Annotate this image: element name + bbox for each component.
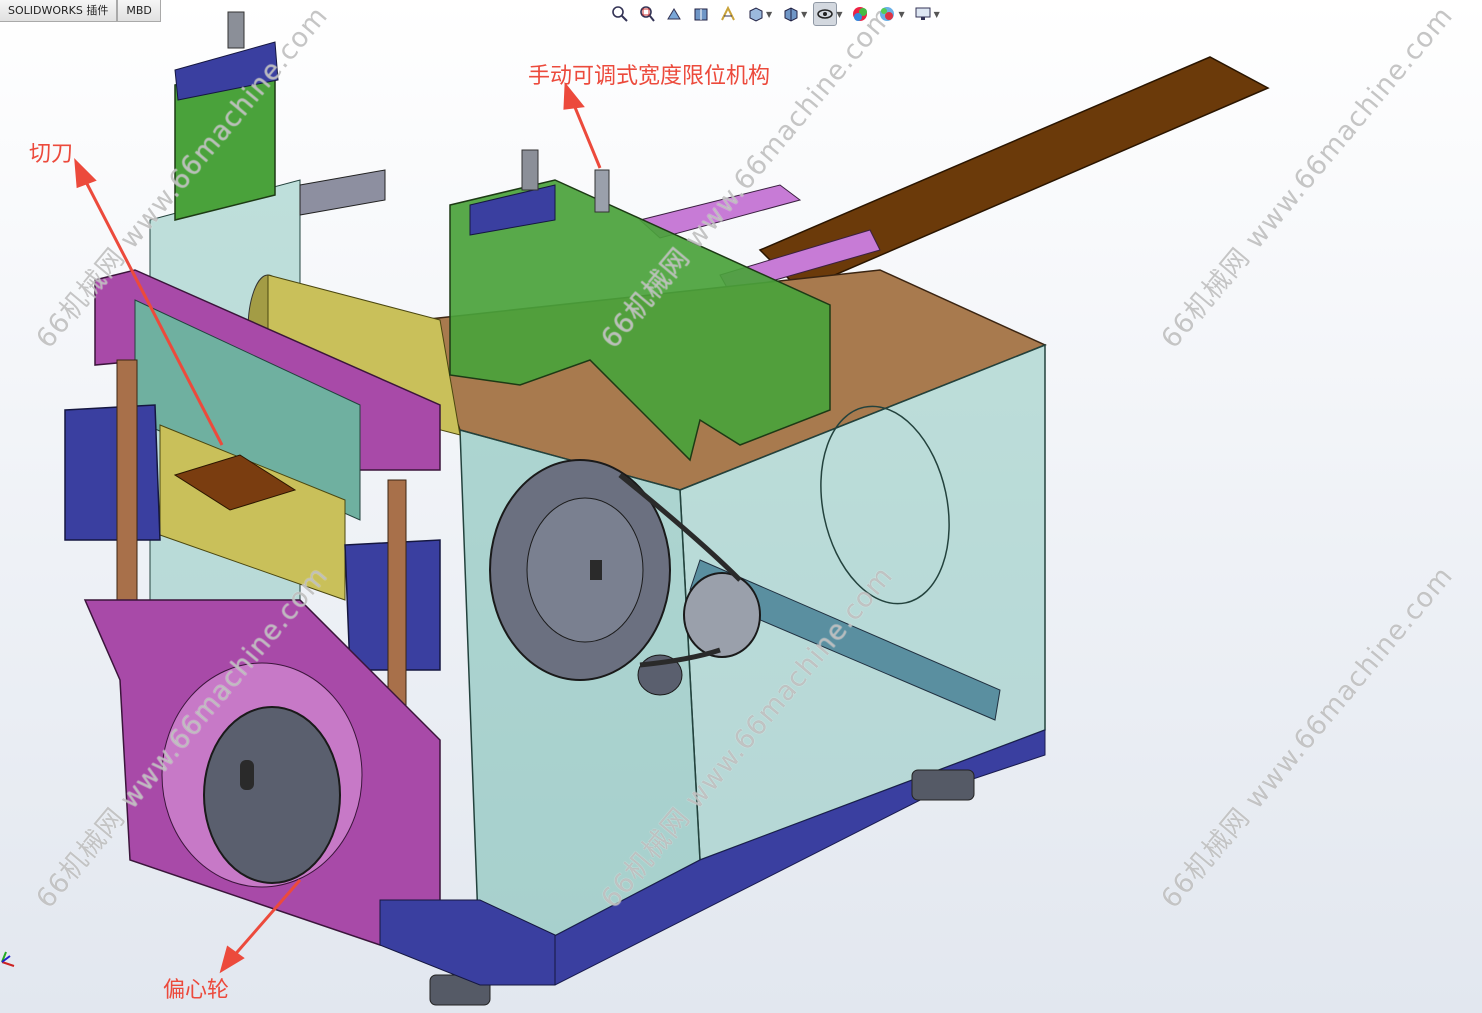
display-style-icon[interactable] xyxy=(778,2,802,26)
belt-pulley-hub xyxy=(526,497,644,643)
guide-block xyxy=(299,169,386,216)
reference-triad-icon xyxy=(1,951,15,967)
guide-block-left xyxy=(64,404,161,541)
chevron-down-icon[interactable]: ▼ xyxy=(801,10,807,19)
view-settings-icon[interactable] xyxy=(911,2,935,26)
adjust-bolt-right xyxy=(521,149,539,191)
adjust-bolt-left xyxy=(227,11,245,49)
limit-pin xyxy=(594,169,610,213)
tab-solidworks-addins[interactable]: SOLIDWORKS 插件 xyxy=(0,0,118,22)
dynamic-annotation-icon[interactable] xyxy=(716,2,740,26)
command-manager-tabs: SOLIDWORKS 插件 MBD xyxy=(0,0,161,24)
chevron-down-icon[interactable]: ▼ xyxy=(766,10,772,19)
edit-appearance-icon[interactable] xyxy=(848,2,872,26)
view-orientation-icon[interactable] xyxy=(743,2,767,26)
chevron-down-icon[interactable]: ▼ xyxy=(836,10,842,19)
zoom-area-icon[interactable] xyxy=(635,2,659,26)
hide-show-items-icon[interactable] xyxy=(813,2,838,26)
section-view-icon[interactable] xyxy=(689,2,713,26)
pulley-key xyxy=(590,560,602,580)
foot-right xyxy=(911,769,975,801)
timing-gear xyxy=(683,572,761,658)
callout-cutting-knife: 切刀 xyxy=(29,142,74,167)
chevron-down-icon[interactable]: ▼ xyxy=(898,10,904,19)
eccentric-key xyxy=(240,760,254,790)
guide-post-left xyxy=(116,359,138,611)
callout-eccentric-wheel: 偏心轮 xyxy=(163,978,230,1003)
apply-scene-icon[interactable] xyxy=(875,2,899,26)
previous-view-icon[interactable] xyxy=(662,2,686,26)
chevron-down-icon[interactable]: ▼ xyxy=(934,10,940,19)
heads-up-view-toolbar: ▼ ▼ ▼ ▼ ▼ xyxy=(608,2,943,26)
eccentric-wheel xyxy=(203,706,341,884)
callout-width-limit: 手动可调式宽度限位机构 xyxy=(528,64,771,89)
zoom-to-fit-icon[interactable] xyxy=(608,2,632,26)
tab-mbd[interactable]: MBD xyxy=(117,0,161,22)
